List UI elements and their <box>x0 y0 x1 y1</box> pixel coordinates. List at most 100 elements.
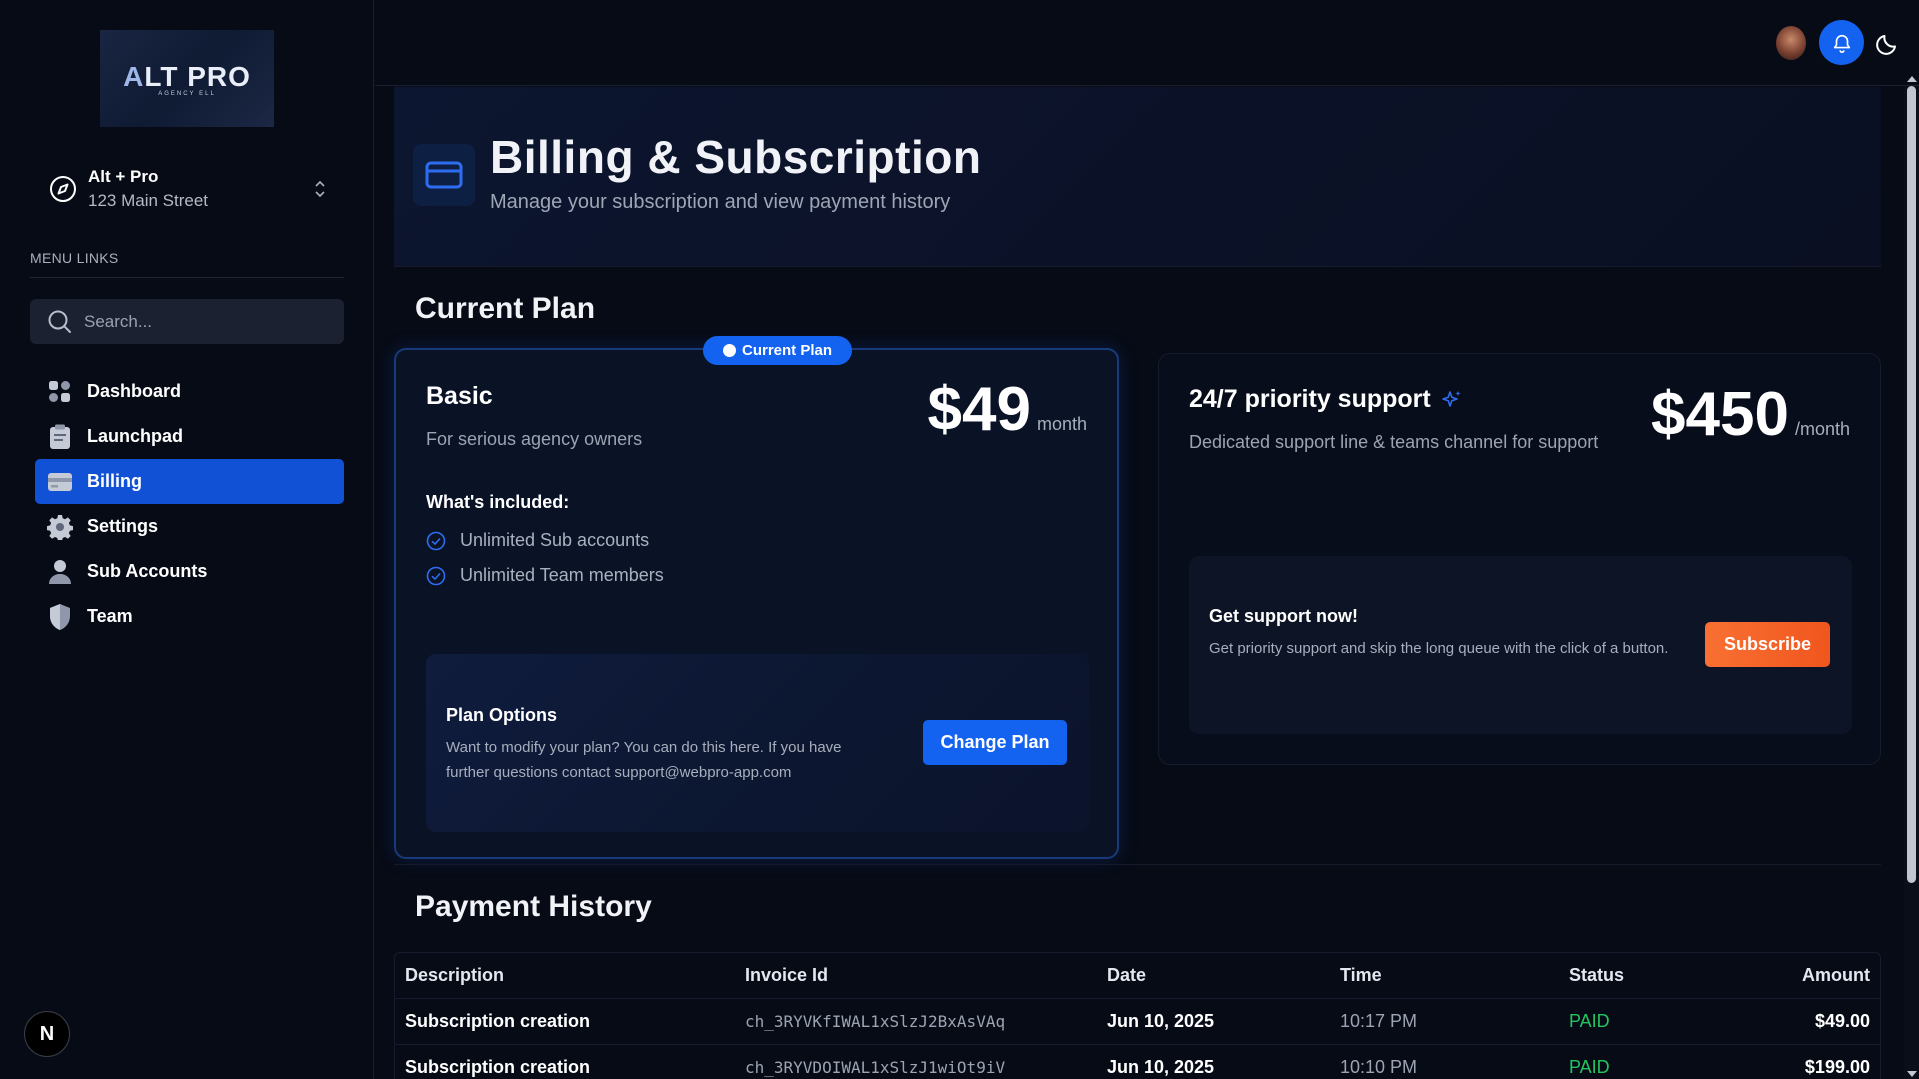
scroll-up-arrow-icon[interactable] <box>1907 76 1917 82</box>
current-plan-card: Current Plan Basic For serious agency ow… <box>394 336 1119 859</box>
sidebar-item-label: Dashboard <box>87 381 182 401</box>
account-switcher[interactable]: Alt + Pro 123 Main Street <box>48 162 328 216</box>
included-title: What's included: <box>426 492 570 512</box>
credit-card-icon <box>47 469 73 495</box>
credit-card-icon <box>413 144 475 206</box>
payment-history-heading: Payment History <box>415 890 652 923</box>
dot-icon <box>723 344 736 357</box>
account-address: 123 Main Street <box>88 191 209 210</box>
plan-options-title: Plan Options <box>446 705 558 725</box>
sidebar-item-dashboard[interactable]: Dashboard <box>35 369 344 414</box>
support-description: Dedicated support line & teams channel f… <box>1189 432 1599 452</box>
page-title: Billing & Subscription <box>490 131 982 183</box>
logo-wordmark: ALT PRO <box>123 60 251 92</box>
get-support-box: Get support now! Get priority support an… <box>1189 556 1852 734</box>
sidebar-item-label: Settings <box>87 516 159 536</box>
page-subtitle: Manage your subscription and view paymen… <box>490 191 951 213</box>
table-header-row: Description Invoice Id Date Time Status … <box>395 953 1880 999</box>
sidebar-item-label: Launchpad <box>87 426 184 446</box>
support-title-text: 24/7 priority support <box>1189 385 1431 413</box>
dev-tools-badge[interactable]: N <box>24 1011 70 1057</box>
avatar[interactable] <box>1776 26 1806 60</box>
grid-icon <box>47 379 73 405</box>
menu-divider <box>30 277 344 278</box>
agency-logo[interactable]: ALT PRO AGENCY ELL <box>100 30 274 127</box>
cell-time: 10:17 PM <box>1340 1011 1418 1031</box>
page-header: Billing & Subscription Manage your subsc… <box>394 87 1881 267</box>
logo-tagline: AGENCY ELL <box>158 90 216 97</box>
feature-label: Unlimited Team members <box>460 565 664 585</box>
cell-description: Subscription creation <box>405 1011 591 1031</box>
cell-amount: $49.00 <box>1814 1011 1870 1031</box>
clipboard-icon <box>47 424 73 450</box>
compass-icon <box>50 176 76 202</box>
cell-time: 10:10 PM <box>1340 1057 1418 1077</box>
sidebar-item-label: Sub Accounts <box>87 561 208 581</box>
column-header[interactable]: Status <box>1569 965 1729 986</box>
current-plan-badge: Current Plan <box>703 336 853 365</box>
table-row[interactable]: Subscription creation ch_3RYVDOIWAL1xSlz… <box>395 1045 1880 1079</box>
change-plan-button[interactable]: Change Plan <box>923 720 1067 765</box>
column-header[interactable]: Description <box>395 965 745 986</box>
top-bar <box>375 0 1919 86</box>
sidebar-item-launchpad[interactable]: Launchpad <box>35 414 344 459</box>
feature-label: Unlimited Sub accounts <box>460 530 650 550</box>
check-circle-icon <box>426 566 446 585</box>
support-title: 24/7 priority support <box>1189 385 1463 414</box>
cell-date: Jun 10, 2025 <box>1107 1011 1215 1031</box>
sidebar-item-label: Billing <box>87 471 142 491</box>
shield-icon <box>47 603 73 630</box>
check-circle-icon <box>426 531 446 550</box>
cell-status: PAID <box>1569 1011 1610 1031</box>
cell-invoice-id: ch_3RYVDOIWAL1xSlzJ1wiOt9iV <box>745 1058 1006 1077</box>
support-price-amount: $450 <box>1651 380 1789 449</box>
current-plan-heading: Current Plan <box>415 292 596 325</box>
column-header[interactable]: Amount <box>1729 965 1880 986</box>
sidebar: ALT PRO AGENCY ELL Alt + Pro 123 Main St… <box>0 0 374 1079</box>
badge-label: Current Plan <box>742 342 833 359</box>
person-icon <box>47 559 73 585</box>
sidebar-search <box>30 299 344 344</box>
cell-amount: $199.00 <box>1804 1057 1870 1077</box>
feature-item: Unlimited Team members <box>426 565 664 586</box>
column-header[interactable]: Time <box>1340 965 1569 986</box>
scroll-down-arrow-icon[interactable] <box>1907 1071 1917 1077</box>
sidebar-item-billing[interactable]: Billing <box>35 459 344 504</box>
cell-status: PAID <box>1569 1057 1610 1077</box>
moon-icon[interactable] <box>1875 30 1901 56</box>
sidebar-item-settings[interactable]: Settings <box>35 504 344 549</box>
payment-history-table: Description Invoice Id Date Time Status … <box>394 952 1881 1079</box>
get-support-description: Get priority support and skip the long q… <box>1209 640 1669 657</box>
support-price: $450 /month <box>1651 379 1850 450</box>
column-header[interactable]: Invoice Id <box>745 965 1107 986</box>
sidebar-item-label: Team <box>87 606 133 626</box>
sidebar-item-team[interactable]: Team <box>35 594 344 639</box>
search-input[interactable] <box>84 311 304 332</box>
get-support-title: Get support now! <box>1209 606 1358 626</box>
plan-price: $49 month <box>928 374 1087 445</box>
sparkles-icon <box>1441 390 1461 407</box>
support-price-period: /month <box>1794 419 1850 439</box>
scrollbar[interactable] <box>1904 76 1919 1079</box>
chevrons-up-down-icon <box>315 180 325 198</box>
section-divider <box>394 864 1881 865</box>
notifications-button[interactable] <box>1819 20 1864 65</box>
subscribe-button[interactable]: Subscribe <box>1705 622 1830 667</box>
account-name: Alt + Pro <box>88 167 159 186</box>
gear-icon <box>47 514 73 540</box>
feature-item: Unlimited Sub accounts <box>426 530 649 551</box>
plan-options-description: Want to modify your plan? You can do thi… <box>446 739 842 781</box>
sidebar-nav: Dashboard Launchpad Billing Settings Sub… <box>35 369 344 639</box>
search-icon <box>48 310 71 333</box>
scrollbar-thumb[interactable] <box>1907 86 1916 883</box>
cell-description: Subscription creation <box>405 1057 591 1077</box>
plan-price-amount: $49 <box>927 375 1031 444</box>
sidebar-item-sub-accounts[interactable]: Sub Accounts <box>35 549 344 594</box>
menu-links-label: MENU LINKS <box>30 250 119 266</box>
cell-date: Jun 10, 2025 <box>1107 1057 1215 1077</box>
plan-name: Basic <box>426 382 493 410</box>
plan-options-box: Plan Options Want to modify your plan? Y… <box>426 654 1089 832</box>
table-row[interactable]: Subscription creation ch_3RYVKfIWAL1xSlz… <box>395 999 1880 1045</box>
bell-icon <box>1833 34 1850 53</box>
column-header[interactable]: Date <box>1107 965 1340 986</box>
